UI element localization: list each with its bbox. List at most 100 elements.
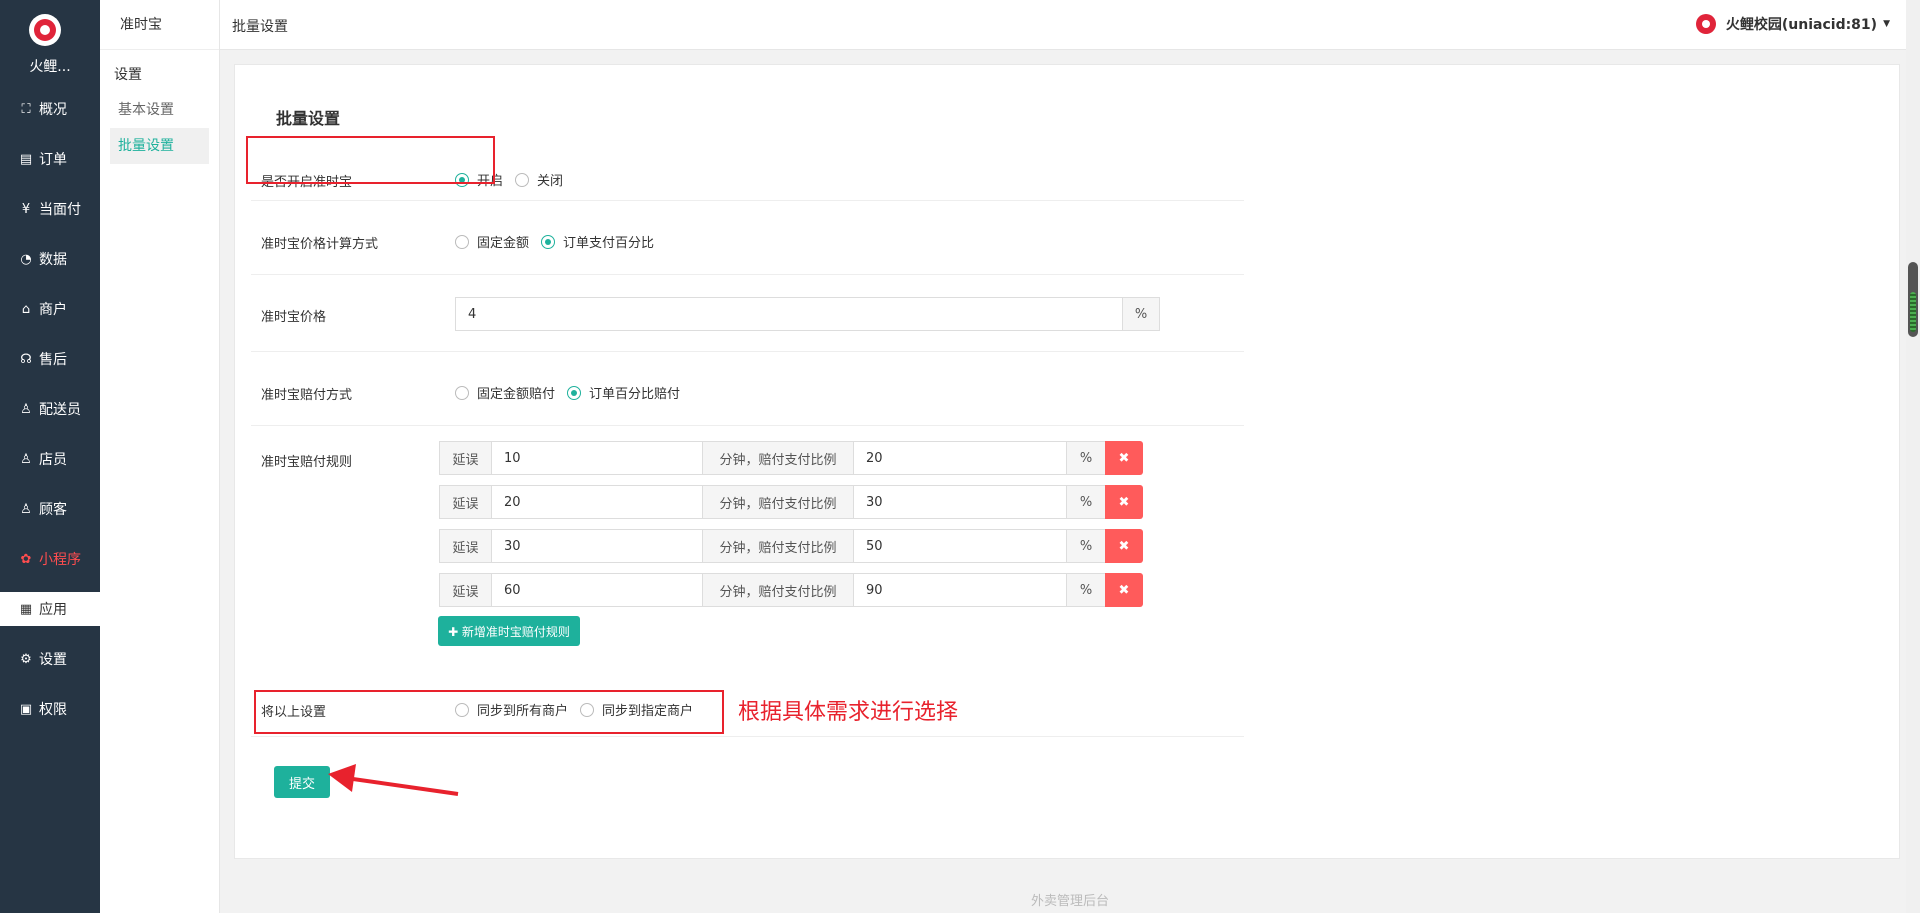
rule-middle: 分钟，赔付支付比例: [702, 529, 854, 563]
annotation-box-enable: [246, 136, 495, 184]
nav-item-face-pay[interactable]: ¥ 当面付: [0, 184, 100, 234]
radio-label: 订单支付百分比: [563, 236, 655, 251]
price-mode-label: 准时宝价格计算方式: [261, 237, 379, 252]
radio-label: 固定金额赔付: [477, 387, 556, 402]
courier-icon: ♙: [20, 401, 32, 417]
add-rule-button[interactable]: ✚ 新增准时宝赔付规则: [438, 616, 580, 646]
sub-item-batch-settings[interactable]: 批量设置: [110, 128, 209, 164]
nav-item-clerks[interactable]: ♙ 店员: [0, 434, 100, 484]
rule-ratio-input[interactable]: 90: [853, 573, 1067, 607]
app-logo[interactable]: [29, 14, 61, 46]
dashboard-icon: ⛶: [21, 101, 31, 117]
rule-ratio-input[interactable]: 30: [853, 485, 1067, 519]
rule-middle: 分钟，赔付支付比例: [702, 485, 854, 519]
page-scrollbar[interactable]: [1906, 0, 1920, 913]
radio-comp-percent[interactable]: 订单百分比赔付: [567, 383, 680, 402]
user-name: 火鲤校园(uniacid:81): [1725, 17, 1878, 33]
customer-icon: ♙: [20, 501, 32, 517]
nav-label: 设置: [39, 652, 67, 668]
row-price: 准时宝价格 4 %: [251, 275, 1244, 352]
annotation-box-sync: [254, 690, 724, 734]
nav-label: 商户: [39, 302, 67, 318]
price-mode-radio-group: 固定金额 订单支付百分比: [455, 232, 666, 251]
nav-item-after-sales[interactable]: ☊ 售后: [0, 334, 100, 384]
rule-unit: %: [1066, 485, 1106, 519]
comp-mode-radio-group: 固定金额赔付 订单百分比赔付: [455, 383, 692, 402]
submit-button[interactable]: 提交: [274, 766, 330, 798]
nav-label: 店员: [39, 452, 67, 468]
nav-label: 权限: [39, 702, 67, 718]
nav-item-settings[interactable]: ⚙ 设置: [0, 634, 100, 684]
rule-minutes-input[interactable]: 30: [491, 529, 703, 563]
apps-icon: ▦: [19, 601, 33, 617]
footer-text: 外卖管理后台: [1030, 894, 1109, 909]
nav-item-overview[interactable]: ⛶ 概况: [0, 84, 100, 134]
rule-ratio-input[interactable]: 50: [853, 529, 1067, 563]
clerk-icon: ♙: [20, 451, 32, 467]
rule-prefix: 延误: [439, 573, 492, 607]
user-menu[interactable]: 火鲤校园(uniacid:81) ▼: [1695, 14, 1890, 34]
radio-price-fixed[interactable]: 固定金额: [455, 232, 529, 251]
after-sales-icon: ☊: [20, 351, 32, 367]
scrollbar-thumb[interactable]: [1908, 262, 1918, 337]
nav-item-orders[interactable]: ▤ 订单: [0, 134, 100, 184]
rule-middle: 分钟，赔付支付比例: [702, 573, 854, 607]
price-unit-addon: %: [1122, 297, 1160, 331]
sub-sidebar-group: 设置: [114, 67, 142, 83]
rule-minutes-input[interactable]: 10: [491, 441, 703, 475]
radio-label: 订单百分比赔付: [589, 387, 681, 402]
nav-label: 应用: [39, 602, 67, 618]
gear-icon: ⚙: [20, 651, 32, 667]
sub-item-basic-settings[interactable]: 基本设置: [110, 92, 209, 128]
nav-item-merchants[interactable]: ⌂ 商户: [0, 284, 100, 334]
rules-label: 准时宝赔付规则: [261, 455, 353, 470]
rule-delete-button[interactable]: ✖: [1105, 485, 1143, 519]
chart-icon: ◔: [20, 251, 32, 267]
nav-item-miniprogram[interactable]: ✿ 小程序: [0, 534, 100, 584]
rule-delete-button[interactable]: ✖: [1105, 573, 1143, 607]
radio-label: 关闭: [537, 174, 564, 189]
price-label: 准时宝价格: [261, 310, 327, 325]
rule-prefix: 延误: [439, 485, 492, 519]
nav-item-permissions[interactable]: ▣ 权限: [0, 684, 100, 734]
nav-label: 订单: [39, 152, 67, 168]
breadcrumb: 批量设置: [232, 19, 288, 35]
top-bar: 批量设置 火鲤校园(uniacid:81) ▼: [220, 0, 1920, 50]
nav-label: 当面付: [39, 202, 81, 218]
nav-item-customers[interactable]: ♙ 顾客: [0, 484, 100, 534]
nav-label: 顾客: [39, 502, 67, 518]
radio-comp-fixed[interactable]: 固定金额赔付: [455, 383, 555, 402]
chevron-down-icon: ▼: [1883, 19, 1890, 29]
nav-item-data[interactable]: ◔ 数据: [0, 234, 100, 284]
miniprogram-icon: ✿: [20, 551, 32, 567]
rule-delete-button[interactable]: ✖: [1105, 441, 1143, 475]
rule-minutes-input[interactable]: 20: [491, 485, 703, 519]
lock-icon: ▣: [19, 701, 33, 717]
radio-label: 固定金额: [477, 236, 530, 251]
radio-enable-off[interactable]: 关闭: [515, 170, 563, 189]
comp-mode-label: 准时宝赔付方式: [261, 388, 353, 403]
nav-item-apps[interactable]: ▦ 应用: [0, 592, 100, 626]
nav-label: 概况: [39, 102, 67, 118]
rule-ratio-input[interactable]: 20: [853, 441, 1067, 475]
main-sidebar: 火鲤... ⛶ 概况 ▤ 订单 ¥ 当面付 ◔ 数据 ⌂ 商户 ☊ 售后 ♙ 配送员 ♙ 店员 …: [0, 0, 100, 913]
order-icon: ▤: [19, 151, 33, 167]
sub-sidebar-title: 准时宝: [100, 0, 219, 50]
rule-unit: %: [1066, 441, 1106, 475]
row-comp-mode: 准时宝赔付方式 固定金额赔付 订单百分比赔付: [251, 352, 1244, 426]
rule-unit: %: [1066, 573, 1106, 607]
payment-icon: ¥: [21, 201, 31, 217]
sub-sidebar: 准时宝 设置 基本设置 批量设置: [100, 0, 220, 913]
rule-prefix: 延误: [439, 441, 492, 475]
main-nav: ⛶ 概况 ▤ 订单 ¥ 当面付 ◔ 数据 ⌂ 商户 ☊ 售后 ♙ 配送员 ♙ 店员 ♙ 顾客 ✿ 小…: [0, 84, 100, 734]
rule-middle: 分钟，赔付支付比例: [702, 441, 854, 475]
rule-minutes-input[interactable]: 60: [491, 573, 703, 607]
price-input[interactable]: 4: [455, 297, 1123, 331]
nav-label: 小程序: [39, 552, 81, 568]
radio-price-percent[interactable]: 订单支付百分比: [541, 232, 654, 251]
annotation-arrow-icon: [328, 764, 459, 796]
nav-item-couriers[interactable]: ♙ 配送员: [0, 384, 100, 434]
nav-label: 售后: [39, 352, 67, 368]
row-price-mode: 准时宝价格计算方式 固定金额 订单支付百分比: [251, 201, 1244, 275]
rule-delete-button[interactable]: ✖: [1105, 529, 1143, 563]
